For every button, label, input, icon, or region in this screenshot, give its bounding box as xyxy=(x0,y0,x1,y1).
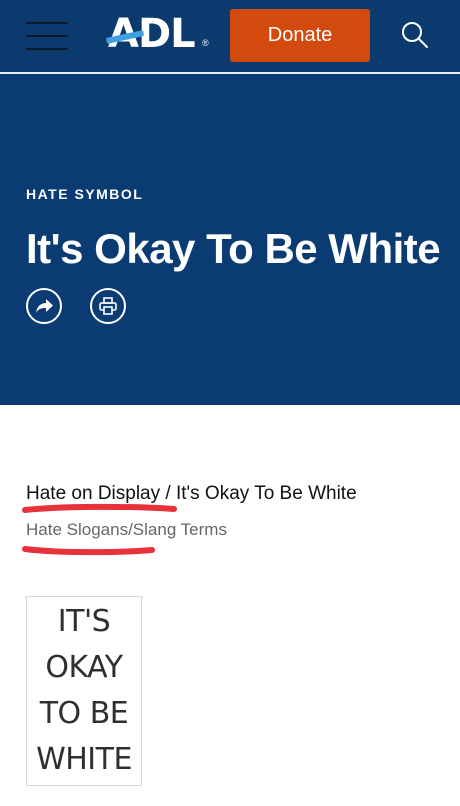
breadcrumb-current: It's Okay To Be White xyxy=(175,483,357,504)
content-type-label: HATE SYMBOL xyxy=(26,186,144,202)
symbol-image[interactable]: IT'S OKAY TO BE WHITE xyxy=(26,596,142,786)
share-button[interactable] xyxy=(26,288,62,324)
top-navigation-bar: ADL ® Donate xyxy=(0,0,460,74)
page-title: It's Okay To Be White xyxy=(26,225,441,272)
share-icon xyxy=(36,299,53,313)
donate-button[interactable]: Donate xyxy=(230,9,370,62)
red-underline-annotation xyxy=(22,503,177,513)
category-link[interactable]: Hate Slogans/Slang Terms xyxy=(26,520,227,540)
red-underline-annotation xyxy=(22,546,155,556)
search-icon[interactable] xyxy=(400,20,430,50)
symbol-text-line: OKAY xyxy=(45,650,123,685)
symbol-text-line: WHITE xyxy=(36,742,132,777)
hero-banner: HATE SYMBOL It's Okay To Be White xyxy=(0,74,460,405)
symbol-text-line: TO BE xyxy=(39,696,129,731)
adl-logo[interactable]: ADL ® xyxy=(105,12,212,56)
registered-mark: ® xyxy=(202,38,209,48)
symbol-text-line: IT'S xyxy=(57,604,111,639)
print-button[interactable] xyxy=(90,288,126,324)
hamburger-menu-icon[interactable] xyxy=(26,22,68,52)
print-icon xyxy=(99,297,117,315)
